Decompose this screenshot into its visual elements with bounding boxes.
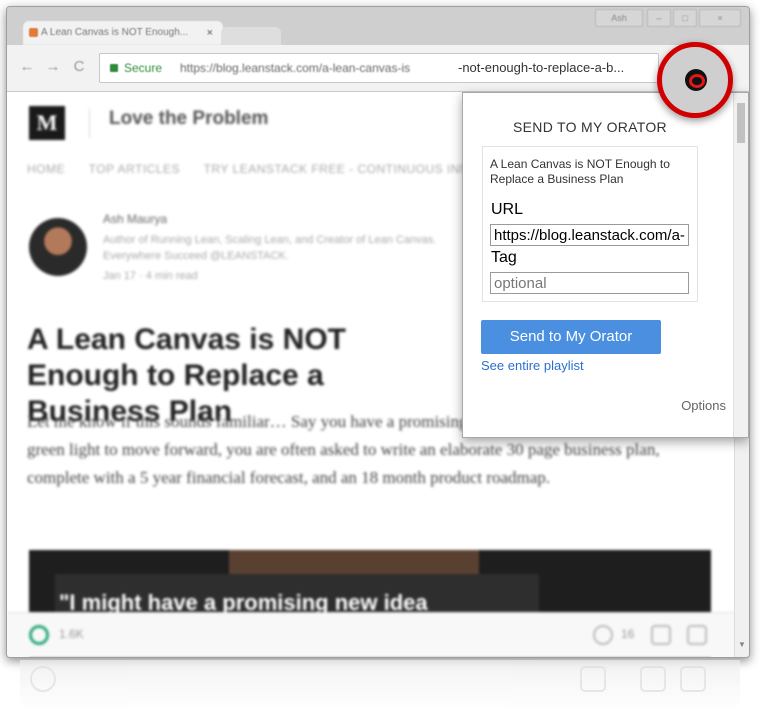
medium-logo[interactable]: M bbox=[29, 106, 65, 140]
url-text-blurred: https://blog.leanstack.com/a-lean-canvas… bbox=[180, 61, 411, 75]
back-icon[interactable]: ← bbox=[19, 59, 35, 75]
tab-title: A Lean Canvas is NOT Enough... bbox=[41, 27, 189, 38]
hero-band bbox=[229, 550, 479, 576]
orator-extension-icon[interactable] bbox=[685, 69, 707, 91]
author-avatar[interactable] bbox=[29, 218, 87, 276]
url-label: URL bbox=[491, 201, 524, 218]
scroll-down-icon[interactable]: ▼ bbox=[738, 640, 746, 649]
address-bar[interactable]: Secure https://blog.leanstack.com/a-lean… bbox=[99, 53, 659, 83]
send-to-orator-button[interactable]: Send to My Orator bbox=[481, 320, 661, 354]
post-meta: Jan 17 · 4 min read bbox=[103, 270, 198, 282]
divider bbox=[89, 108, 90, 138]
article-action-bar: 1.6K 16 bbox=[7, 612, 749, 657]
see-playlist-link[interactable]: See entire playlist bbox=[481, 358, 584, 373]
profile-button[interactable]: Ash bbox=[595, 9, 643, 27]
tab-close-icon[interactable]: × bbox=[207, 21, 213, 45]
nav-item-top-articles[interactable]: TOP ARTICLES bbox=[89, 162, 180, 176]
browser-window: A Lean Canvas is NOT Enough... × Ash – □… bbox=[6, 6, 750, 658]
response-count: 16 bbox=[621, 627, 635, 641]
popup-scroll-thumb[interactable] bbox=[737, 103, 745, 143]
author-bio: Author of Running Lean, Scaling Lean, an… bbox=[103, 234, 437, 262]
article-title: A Lean Canvas is NOT Enough to Replace a… bbox=[490, 157, 670, 186]
reflection-clap-icon bbox=[30, 666, 56, 692]
article-card: A Lean Canvas is NOT Enough to Replace a… bbox=[482, 146, 698, 302]
browser-tab[interactable]: A Lean Canvas is NOT Enough... × bbox=[23, 21, 223, 45]
nav-item-home[interactable]: HOME bbox=[27, 162, 65, 176]
url-text: -not-enough-to-replace-a-b... bbox=[452, 54, 625, 82]
reflection-bookmark-icon bbox=[680, 666, 706, 692]
share-icon[interactable] bbox=[651, 625, 671, 645]
clap-icon[interactable] bbox=[29, 625, 49, 645]
window-reflection bbox=[20, 660, 740, 710]
orator-popup: SEND TO MY ORATOR A Lean Canvas is NOT E… bbox=[462, 92, 749, 438]
lock-icon bbox=[110, 64, 118, 72]
maximize-button[interactable]: □ bbox=[673, 9, 697, 27]
popup-scrollbar[interactable] bbox=[733, 93, 748, 437]
publication-name[interactable]: Love the Problem bbox=[109, 108, 268, 130]
browser-toolbar: ← → C Secure https://blog.leanstack.com/… bbox=[7, 45, 749, 92]
minimize-button[interactable]: – bbox=[647, 9, 671, 27]
favicon-icon bbox=[29, 28, 38, 37]
close-window-button[interactable]: × bbox=[699, 9, 741, 27]
reload-icon[interactable]: C bbox=[71, 59, 87, 75]
secure-label: Secure bbox=[124, 61, 163, 75]
options-link[interactable]: Options bbox=[681, 398, 726, 413]
extension-highlight bbox=[657, 42, 733, 118]
reflection-comment-icon bbox=[580, 666, 606, 692]
popup-title: SEND TO MY ORATOR bbox=[513, 119, 667, 135]
bookmark-icon[interactable] bbox=[687, 625, 707, 645]
reflection-share-icon bbox=[640, 666, 666, 692]
comment-icon[interactable] bbox=[593, 625, 613, 645]
tag-input[interactable] bbox=[490, 272, 689, 294]
forward-icon[interactable]: → bbox=[45, 59, 61, 75]
new-tab-button[interactable] bbox=[221, 27, 281, 45]
tag-label: Tag bbox=[491, 249, 517, 266]
url-input[interactable] bbox=[490, 224, 689, 246]
clap-count: 1.6K bbox=[59, 627, 84, 641]
tab-strip: A Lean Canvas is NOT Enough... × Ash – □… bbox=[7, 7, 749, 45]
author-name[interactable]: Ash Maurya bbox=[103, 212, 167, 226]
